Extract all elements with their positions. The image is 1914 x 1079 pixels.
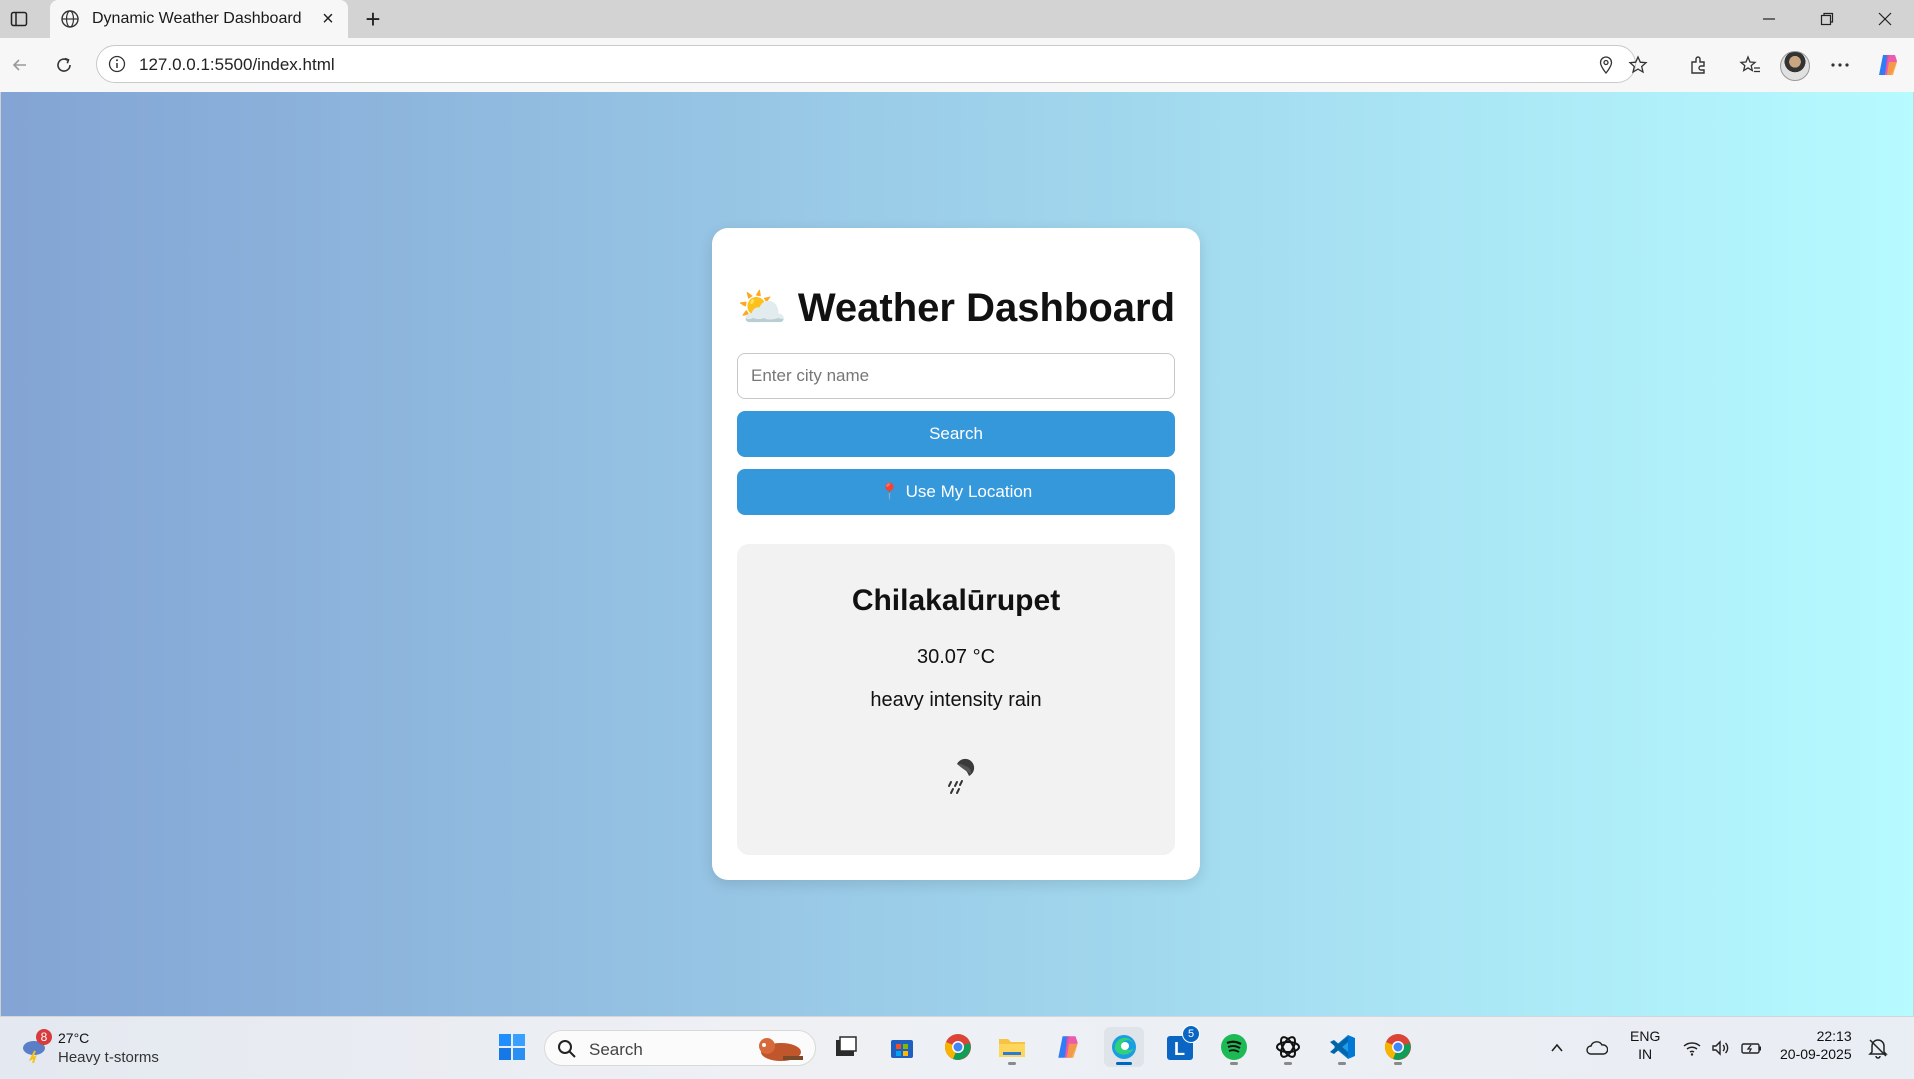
use-my-location-button[interactable]: 📍 Use My Location xyxy=(737,469,1175,515)
search-highlight-red-panda-icon xyxy=(753,1034,807,1064)
notification-bell-icon[interactable] xyxy=(1868,1037,1890,1059)
restore-button[interactable] xyxy=(1804,6,1850,32)
browser-toolbar: 127.0.0.1:5500/index.html xyxy=(0,38,1914,93)
clock-date: 20-09-2025 xyxy=(1780,1046,1852,1062)
language-code: ENG xyxy=(1630,1028,1661,1044)
svg-text:L: L xyxy=(1174,1039,1185,1059)
minimize-button[interactable] xyxy=(1746,6,1792,32)
tab-actions-icon[interactable] xyxy=(8,8,30,30)
show-hidden-icons-chevron-icon[interactable] xyxy=(1546,1037,1568,1059)
edge-icon[interactable] xyxy=(1104,1027,1144,1067)
task-view-icon[interactable] xyxy=(826,1027,866,1067)
volume-icon[interactable] xyxy=(1710,1037,1732,1059)
weather-card: ⛅ Weather Dashboard Search 📍 Use My Loca… xyxy=(712,228,1200,880)
use-my-location-label: Use My Location xyxy=(905,482,1033,501)
city-search-input[interactable] xyxy=(737,353,1175,399)
extensions-icon[interactable] xyxy=(1684,51,1712,79)
city-name: Chilakalūrupet xyxy=(851,584,1061,617)
active-indicator xyxy=(1116,1062,1132,1065)
taskbar-weather-condition: Heavy t-storms xyxy=(58,1049,159,1066)
onedrive-cloud-icon[interactable] xyxy=(1586,1037,1608,1059)
close-tab-icon[interactable]: × xyxy=(318,8,338,30)
favorites-icon[interactable] xyxy=(1736,51,1764,79)
search-button[interactable]: Search xyxy=(737,411,1175,457)
file-explorer-icon[interactable] xyxy=(992,1027,1032,1067)
address-bar[interactable]: 127.0.0.1:5500/index.html xyxy=(96,45,1648,83)
copilot-icon[interactable] xyxy=(1874,51,1902,79)
running-indicator xyxy=(1394,1062,1402,1065)
vscode-icon[interactable] xyxy=(1322,1027,1362,1067)
page-title: ⛅ Weather Dashboard xyxy=(736,286,1176,330)
tab-title: Dynamic Weather Dashboard xyxy=(92,10,302,27)
taskbar-temperature: 27°C xyxy=(58,1030,90,1046)
input-language-indicator[interactable]: ENG IN xyxy=(1630,1027,1660,1063)
microsoft-store-icon[interactable] xyxy=(882,1027,922,1067)
location-pin-emoji-icon: 📍 xyxy=(879,484,900,501)
taskbar-weather-widget[interactable]: 8 27°C Heavy t-storms xyxy=(20,1027,200,1071)
chrome-profile-icon[interactable] xyxy=(1378,1027,1418,1067)
weather-description: heavy intensity rain xyxy=(870,689,1042,711)
rain-cloud-icon xyxy=(931,754,981,804)
clock-time: 22:13 xyxy=(1816,1028,1852,1044)
new-tab-button[interactable]: + xyxy=(360,4,386,34)
taskbar-search-label: Search xyxy=(589,1040,643,1059)
windows-taskbar: 8 27°C Heavy t-storms Search L 5 ENG IN … xyxy=(0,1016,1914,1079)
battery-charging-icon[interactable] xyxy=(1741,1037,1763,1059)
back-button[interactable] xyxy=(6,51,34,79)
running-indicator xyxy=(1284,1062,1292,1065)
running-indicator xyxy=(1008,1062,1016,1065)
linkedin-notification-badge: 5 xyxy=(1182,1025,1200,1043)
running-indicator xyxy=(1230,1062,1238,1065)
weather-result-panel: Chilakalūrupet 30.07 °C heavy intensity … xyxy=(737,544,1175,855)
copilot-app-icon[interactable] xyxy=(1048,1027,1088,1067)
chrome-icon[interactable] xyxy=(938,1027,978,1067)
globe-icon xyxy=(60,9,80,29)
browser-tab-active[interactable]: Dynamic Weather Dashboard × xyxy=(50,0,348,38)
reload-button[interactable] xyxy=(50,51,78,79)
region-code: IN xyxy=(1638,1046,1653,1062)
site-info-icon[interactable] xyxy=(107,54,127,74)
more-options-icon[interactable] xyxy=(1826,51,1854,79)
favorite-star-icon[interactable] xyxy=(1627,54,1649,76)
search-icon xyxy=(557,1039,577,1059)
profile-avatar[interactable] xyxy=(1780,51,1810,81)
weather-alert-badge: 8 xyxy=(36,1029,52,1045)
page-viewport: ⛅ Weather Dashboard Search 📍 Use My Loca… xyxy=(0,92,1914,1016)
browser-tab-bar: Dynamic Weather Dashboard × + xyxy=(0,0,1914,38)
chatgpt-icon[interactable] xyxy=(1268,1027,1308,1067)
url-text[interactable]: 127.0.0.1:5500/index.html xyxy=(139,55,335,75)
spotify-icon[interactable] xyxy=(1214,1027,1254,1067)
start-button[interactable] xyxy=(492,1027,532,1067)
linkedin-icon[interactable]: L 5 xyxy=(1160,1025,1200,1067)
running-indicator xyxy=(1338,1062,1346,1065)
location-pin-icon[interactable] xyxy=(1595,54,1617,76)
system-clock[interactable]: 22:13 20-09-2025 xyxy=(1780,1027,1852,1063)
close-window-button[interactable] xyxy=(1862,6,1908,32)
temperature-value: 30.07 °C xyxy=(916,646,996,668)
wifi-icon[interactable] xyxy=(1681,1037,1703,1059)
taskbar-search-box[interactable]: Search xyxy=(544,1030,816,1066)
